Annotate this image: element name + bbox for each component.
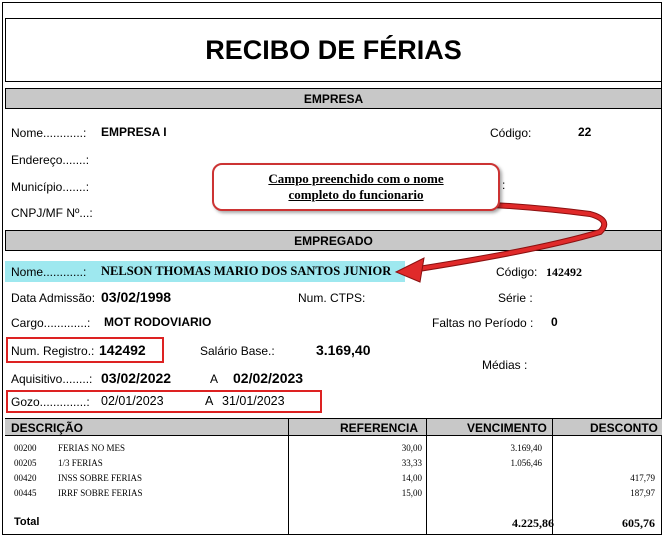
row-descricao: IRRF SOBRE FERIAS [58,488,143,498]
row-desconto: 187,97 [630,488,655,498]
row-codigo: 00205 [14,458,37,468]
row-desconto: 417,79 [630,473,655,483]
callout-note: Campo preenchido com o nome completo do … [212,163,500,211]
row-referencia: 33,33 [401,458,422,468]
total-label: Total [14,516,40,528]
row-vencimento: 1.056,46 [510,458,543,468]
total-vencimento: 4.225,86 [512,516,554,530]
row-codigo: 00420 [14,473,37,483]
col-desconto: DESCONTO [590,421,658,435]
col-descricao: DESCRIÇÃO [11,421,84,435]
col-vencimento: VENCIMENTO [467,421,547,435]
row-referencia: 15,00 [401,488,422,498]
col-divider-2 [426,418,427,534]
row-codigo: 00200 [14,443,37,453]
table-header-row [5,418,662,436]
row-descricao: FERIAS NO MES [58,443,126,453]
col-divider-1 [288,418,289,534]
col-referencia: REFERENCIA [340,421,419,435]
callout-text: Campo preenchido com o nome completo do … [268,171,444,202]
row-referencia: 30,00 [401,443,422,453]
row-referencia: 14,00 [401,473,422,483]
row-descricao: INSS SOBRE FERIAS [58,473,143,483]
row-codigo: 00445 [14,488,37,498]
total-desconto: 605,76 [622,516,655,530]
row-vencimento: 3.169,40 [510,443,543,453]
annotation-arrow [394,200,608,283]
row-descricao: 1/3 FERIAS [58,458,103,468]
